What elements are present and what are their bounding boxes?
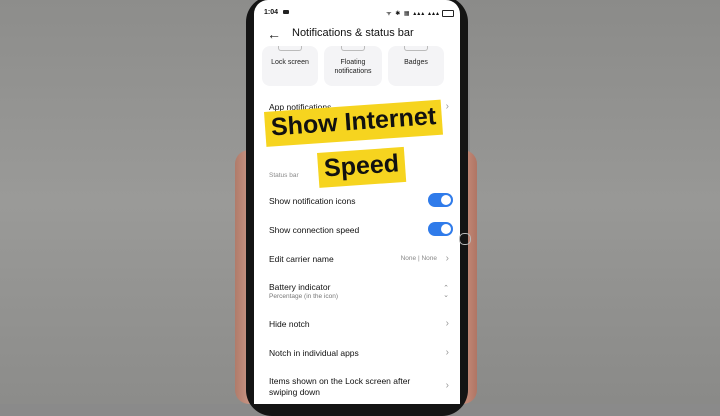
row-label: Notch in individual apps (269, 348, 359, 358)
tile-lock-screen[interactable]: Lock screen (262, 46, 318, 86)
row-label: Show notification icons (269, 196, 356, 206)
background-right (470, 0, 720, 404)
floating-preview-icon (341, 46, 365, 51)
badges-preview-icon (404, 46, 428, 51)
status-icons: ᯤ ✱ ▦ ▴▴▴ ▴▴▴ (386, 11, 440, 17)
caption-overlay: Show Internet Speed (262, 99, 452, 192)
chevron-right-icon: › (445, 380, 449, 391)
battery-indicator-row[interactable]: Battery indicator Percentage (in the ico… (269, 282, 449, 300)
chevron-right-icon: › (445, 253, 449, 264)
status-time: 1:04 (264, 9, 279, 16)
battery-icon (442, 10, 454, 17)
row-label: Battery indicator (269, 282, 331, 292)
header: ← Notifications & status bar (254, 24, 460, 46)
status-bar: 1:04 ᯤ ✱ ▦ ▴▴▴ ▴▴▴ (254, 0, 460, 24)
tile-label: Lock screen (271, 59, 309, 66)
row-label: Hide notch (269, 319, 310, 329)
show-connection-speed-toggle[interactable] (428, 222, 453, 236)
row-label: Items shown on the Lock screen after swi… (269, 376, 411, 397)
chevron-right-icon: › (445, 318, 449, 329)
hide-notch-row[interactable]: Hide notch › (269, 318, 449, 330)
tile-badges[interactable]: Badges (388, 46, 444, 86)
tile-label: Floating notifications (334, 59, 372, 75)
side-button-icon (459, 233, 471, 245)
notification-style-tiles: Lock screen Floating notifications Badge… (254, 46, 460, 88)
carrier-name-value: None | None (400, 255, 437, 262)
chevron-right-icon: › (445, 101, 449, 112)
arrow-left-icon[interactable]: ← (267, 27, 281, 41)
edit-carrier-name-row[interactable]: Edit carrier name None | None › (269, 253, 449, 265)
lock-screen-preview-icon (278, 46, 302, 51)
tile-floating-notifications[interactable]: Floating notifications (324, 46, 382, 86)
record-icon (283, 10, 289, 14)
lock-screen-items-row[interactable]: Items shown on the Lock screen after swi… (269, 376, 449, 398)
show-connection-speed-row[interactable]: Show connection speed (269, 222, 453, 236)
phone-screen: 1:04 ᯤ ✱ ▦ ▴▴▴ ▴▴▴ ← Notifications & sta… (254, 0, 460, 404)
tile-label: Badges (404, 59, 428, 66)
chevron-up-down-icon: ⌃ ⌄ (443, 285, 449, 299)
page-title: Notifications & status bar (292, 27, 414, 39)
show-notification-icons-toggle[interactable] (428, 193, 453, 207)
chevron-right-icon: › (445, 347, 449, 358)
toggle-knob (441, 224, 451, 234)
toggle-knob (441, 195, 451, 205)
caption-line-2: Speed (317, 146, 407, 188)
background-left (0, 0, 250, 404)
show-notification-icons-row[interactable]: Show notification icons (269, 193, 453, 207)
row-label: Show connection speed (269, 225, 360, 235)
notch-individual-apps-row[interactable]: Notch in individual apps › (269, 347, 449, 359)
row-sublabel: Percentage (in the icon) (269, 293, 339, 300)
